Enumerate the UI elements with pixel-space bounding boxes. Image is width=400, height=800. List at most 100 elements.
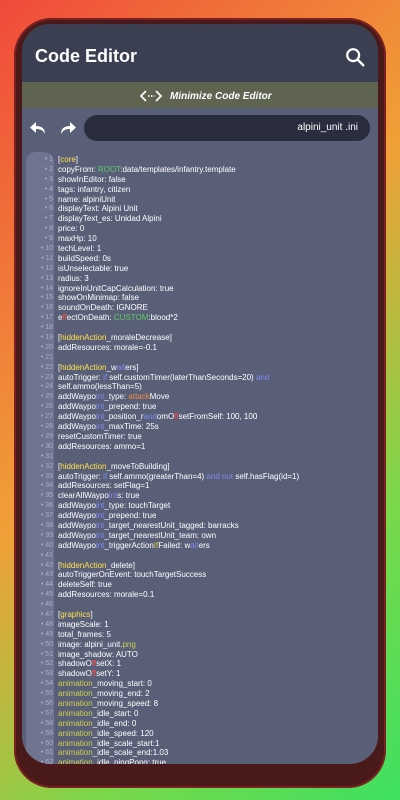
code-line[interactable]: • 51 image_shadow: AUTO xyxy=(26,650,374,660)
code-line[interactable]: • 15 showOnMinimap: false xyxy=(26,293,374,303)
collapse-arrows-icon xyxy=(140,90,162,102)
code-line[interactable]: • 34 addResources: setFlag=1 xyxy=(26,481,374,491)
code-line[interactable]: • 22 [hiddenAction_waiters] xyxy=(26,363,374,373)
line-text: addWaypoint_prepend: true xyxy=(58,511,156,521)
code-line[interactable]: • 45 addResources: morale=0.1 xyxy=(26,590,374,600)
code-line[interactable]: • 18 xyxy=(26,323,374,333)
code-editor[interactable]: • 1 [core] • 2 copyFrom: ROOT:data/template… xyxy=(26,152,374,764)
code-line[interactable]: • 19 [hiddenAction_moraleDecrease] xyxy=(26,333,374,343)
code-token: _prepend: true xyxy=(104,511,157,521)
code-token: core xyxy=(60,155,76,164)
line-number: • 9 xyxy=(44,235,53,243)
code-line[interactable]: • 12 isUnselectable: true xyxy=(26,264,374,274)
code-line[interactable]: • 50 image: alpini_unit.png xyxy=(26,640,374,650)
code-line[interactable]: • 14 ignoreInUnitCapCalculation: true xyxy=(26,284,374,294)
code-line[interactable]: • 53 shadowOffsetY: 1 xyxy=(26,669,374,679)
code-line[interactable]: • 52 shadowOffsetX: 1 xyxy=(26,659,374,669)
code-line[interactable]: • 10 techLevel: 1 xyxy=(26,244,374,254)
code-line[interactable]: • 24 self.ammo(lessThan=5) xyxy=(26,382,374,392)
code-line[interactable]: • 60 animation_idle_scale_start:1 xyxy=(26,739,374,749)
code-line[interactable]: • 59 animation_idle_speed: 120 xyxy=(26,729,374,739)
code-line[interactable]: • 20 addResources: morale=-0.1 xyxy=(26,343,374,353)
code-line[interactable]: • 46 xyxy=(26,600,374,610)
code-line[interactable]: • 31 xyxy=(26,452,374,462)
code-line[interactable]: • 26 addWaypoint_prepend: true xyxy=(26,402,374,412)
code-line[interactable]: • 8 price: 0 xyxy=(26,224,374,234)
code-line[interactable]: • 35 clearAllWaypoints: true xyxy=(26,491,374,501)
code-line[interactable]: • 54 animation_moving_start: 0 xyxy=(26,679,374,689)
code-line[interactable]: • 37 addWaypoint_prepend: true xyxy=(26,511,374,521)
code-line[interactable]: • 33 autoTrigger: if self.ammo(greaterTha… xyxy=(26,472,374,482)
code-token: showOnMinimap: false xyxy=(58,293,139,303)
code-line[interactable]: • 40 addWaypoint_triggerActionIfFailed: w… xyxy=(26,541,374,551)
code-line[interactable]: • 27 addWaypoint_position_randomOffsetFro… xyxy=(26,412,374,422)
code-line[interactable]: • 55 animation_moving_end: 2 xyxy=(26,689,374,699)
line-number: • 33 xyxy=(40,472,53,480)
minimize-editor-bar[interactable]: Minimize Code Editor xyxy=(22,82,378,108)
code-line[interactable]: • 58 animation_idle_end: 0 xyxy=(26,719,374,729)
code-line[interactable]: • 28 addWaypoint_maxTime: 25s xyxy=(26,422,374,432)
line-text: effectOnDeath: CUSTOM:blood*2 xyxy=(58,313,178,323)
line-number: • 5 xyxy=(44,195,53,203)
code-token: addWaypo xyxy=(58,402,96,412)
code-token: _idle_pingPong: true xyxy=(92,758,167,764)
line-number: • 62 xyxy=(40,759,53,764)
line-text: image_shadow: AUTO xyxy=(58,650,138,660)
code-line[interactable]: • 9 maxHp: 10 xyxy=(26,234,374,244)
code-token: attack xyxy=(128,392,150,402)
code-line[interactable]: • 11 buildSpeed: 0s xyxy=(26,254,374,264)
code-line[interactable]: • 38 addWaypoint_target_nearestUnit_tagge… xyxy=(26,521,374,531)
code-token: _position_r xyxy=(104,412,144,422)
code-line[interactable]: • 30 addResources: ammo=1 xyxy=(26,442,374,452)
search-icon[interactable] xyxy=(344,46,366,68)
code-line[interactable]: • 4 tags: infantry, citizen xyxy=(26,185,374,195)
line-number: • 31 xyxy=(40,452,53,460)
line-text: resetCustomTimer: true xyxy=(58,432,142,442)
code-line[interactable]: • 43 autoTriggerOnEvent: touchTargetSucce… xyxy=(26,570,374,580)
undo-icon[interactable] xyxy=(29,120,47,136)
code-line[interactable]: • 48 imageScale: 1 xyxy=(26,620,374,630)
line-number: • 45 xyxy=(40,591,53,599)
code-line[interactable]: • 2 copyFrom: ROOT:data/templates/infantr… xyxy=(26,165,374,175)
line-number: • 48 xyxy=(40,620,53,628)
line-number: • 61 xyxy=(40,749,53,757)
line-number: • 39 xyxy=(40,531,53,539)
code-line[interactable]: • 6 displayText: Alpini Unit xyxy=(26,204,374,214)
code-line[interactable]: • 23 autoTrigger: if self.customTimer(lat… xyxy=(26,373,374,383)
line-text: addWaypoint_triggerActionIfFailed: waite… xyxy=(58,541,210,551)
line-number: • 59 xyxy=(40,729,53,737)
code-line[interactable]: • 42 [hiddenAction_delete] xyxy=(26,561,374,571)
code-line[interactable]: • 57 animation_idle_start: 0 xyxy=(26,709,374,719)
code-line[interactable]: • 3 showInEditor: false xyxy=(26,175,374,185)
code-token: self.ammo(greaterThan=4) xyxy=(107,471,207,481)
code-line[interactable]: • 41 xyxy=(26,551,374,561)
code-line[interactable]: • 5 name: alpiniUnit xyxy=(26,195,374,205)
code-line[interactable]: • 39 addWaypoint_target_nearestUnit_team:… xyxy=(26,531,374,541)
code-line[interactable]: • 13 radius: 3 xyxy=(26,274,374,284)
code-line[interactable]: • 17 effectOnDeath: CUSTOM:blood*2 xyxy=(26,313,374,323)
code-line[interactable]: • 25 addWaypoint_type: attackMove xyxy=(26,392,374,402)
code-line[interactable]: • 36 addWaypoint_type: touchTarget xyxy=(26,501,374,511)
redo-icon[interactable] xyxy=(59,120,77,136)
code-line[interactable]: • 1 [core] xyxy=(26,155,374,165)
code-line[interactable]: • 49 total_frames: 5 xyxy=(26,630,374,640)
code-line[interactable]: • 29 resetCustomTimer: true xyxy=(26,432,374,442)
code-line[interactable]: • 56 animation_moving_speed: 8 xyxy=(26,699,374,709)
code-token: autoTriggerOnEvent: touchTargetSuccess xyxy=(58,570,207,580)
code-lines: • 1 [core] • 2 copyFrom: ROOT:data/template… xyxy=(26,155,374,764)
code-token: _target_nearestUnit_tagged: barracks xyxy=(104,520,239,530)
code-token: animation xyxy=(58,679,93,689)
code-line[interactable]: • 16 soundOnDeath: IGNORE xyxy=(26,303,374,313)
code-line[interactable]: • 21 xyxy=(26,353,374,363)
code-line[interactable]: • 47 [graphics] xyxy=(26,610,374,620)
line-text: image: alpini_unit.png xyxy=(58,640,136,650)
code-token: _type: touchTarget xyxy=(104,501,171,511)
code-line[interactable]: • 44 deleteSelf: true xyxy=(26,580,374,590)
code-token: ait xyxy=(190,540,199,550)
code-line[interactable]: • 62 animation_idle_pingPong: true xyxy=(26,758,374,764)
code-line[interactable]: • 32 [hiddenAction_moveToBuilding] xyxy=(26,462,374,472)
code-line[interactable]: • 61 animation_idle_scale_end:1.03 xyxy=(26,748,374,758)
filename-field[interactable]: alpini_unit .ini xyxy=(84,115,370,141)
code-line[interactable]: • 7 displayText_es: Unidad Alpini xyxy=(26,214,374,224)
code-token: autoTrigger: xyxy=(58,372,104,382)
